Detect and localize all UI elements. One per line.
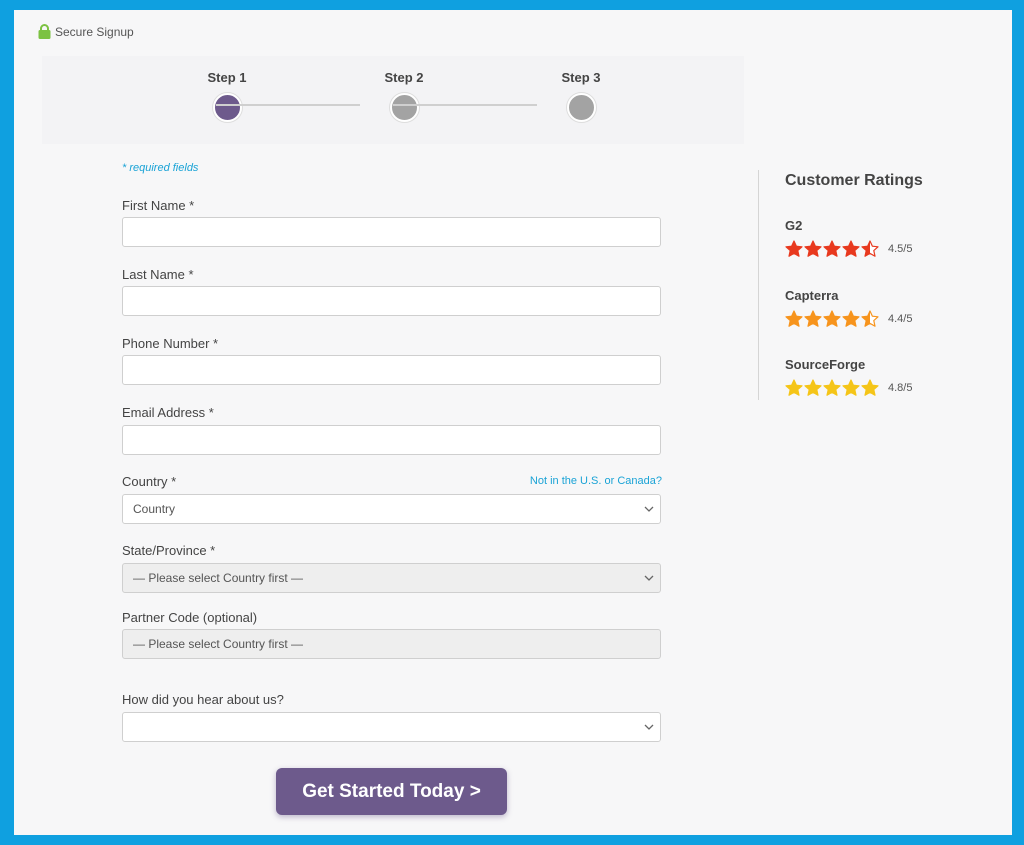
chevron-down-icon <box>644 506 654 512</box>
state-select[interactable]: — Please select Country first — <box>122 563 661 593</box>
get-started-button[interactable]: Get Started Today > <box>276 768 507 815</box>
rating-capterra-score: 4.4/5 <box>888 313 913 325</box>
rating-sourceforge-name: SourceForge <box>785 357 866 372</box>
step-3: Step 3 <box>551 70 611 122</box>
step-1: Step 1 <box>197 70 257 122</box>
rating-g2: G2 4.5/5 <box>785 218 912 258</box>
ratings-title: Customer Ratings <box>785 172 923 189</box>
star-full-icon <box>804 379 822 396</box>
star-full-icon <box>842 310 860 327</box>
partner-code-input[interactable]: — Please select Country first — <box>122 629 661 659</box>
country-select[interactable]: Country <box>122 494 661 524</box>
state-label: State/Province * <box>122 543 216 558</box>
ratings-divider <box>758 170 759 400</box>
rating-sourceforge-score: 4.8/5 <box>888 382 913 394</box>
referral-source-label: How did you hear about us? <box>122 692 284 707</box>
rating-g2-name: G2 <box>785 218 803 233</box>
referral-source-select[interactable] <box>122 712 661 742</box>
email-input[interactable] <box>122 425 661 455</box>
step-2-indicator <box>389 93 419 122</box>
star-full-icon <box>785 310 803 327</box>
rating-g2-score: 4.5/5 <box>888 243 913 255</box>
country-select-value: Country <box>133 502 176 516</box>
star-full-icon <box>861 379 879 396</box>
required-fields-note: * required fields <box>122 162 199 174</box>
star-half-icon <box>861 310 879 327</box>
chevron-down-icon <box>644 724 654 730</box>
star-full-icon <box>804 310 822 327</box>
last-name-input[interactable] <box>122 286 661 316</box>
signup-frame: Secure Signup Step 1 Step 2 Step 3 * req… <box>14 10 1012 835</box>
star-full-icon <box>785 379 803 396</box>
star-full-icon <box>842 240 860 257</box>
rating-sourceforge: SourceForge 4.8/5 <box>785 357 912 397</box>
state-select-value: — Please select Country first — <box>133 571 304 585</box>
step-1-indicator <box>212 93 242 122</box>
country-label: Country * <box>122 474 177 489</box>
step-connector <box>393 104 537 106</box>
rating-capterra-stars: 4.4/5 <box>785 310 912 328</box>
customer-ratings: Customer Ratings G2 4.5/5 Capterra 4.4/5… <box>785 172 985 396</box>
partner-code-value: — Please select Country first — <box>133 637 304 651</box>
step-2-label: Step 2 <box>384 70 424 85</box>
first-name-label: First Name * <box>122 198 195 213</box>
rating-capterra: Capterra 4.4/5 <box>785 288 912 328</box>
star-full-icon <box>823 379 841 396</box>
step-3-indicator <box>566 93 596 122</box>
partner-code-label: Partner Code (optional) <box>122 610 258 625</box>
non-us-canada-link[interactable]: Not in the U.S. or Canada? <box>530 475 662 487</box>
rating-sourceforge-stars: 4.8/5 <box>785 379 912 397</box>
phone-label: Phone Number * <box>122 336 219 351</box>
step-connector <box>216 104 360 106</box>
phone-input[interactable] <box>122 355 661 385</box>
last-name-label: Last Name * <box>122 267 194 282</box>
star-full-icon <box>785 240 803 257</box>
rating-g2-stars: 4.5/5 <box>785 240 912 258</box>
secure-signup-label: Secure Signup <box>55 24 134 39</box>
lock-icon <box>38 24 51 39</box>
star-full-icon <box>823 310 841 327</box>
progress-stepper: Step 1 Step 2 Step 3 <box>42 56 744 144</box>
star-full-icon <box>804 240 822 257</box>
chevron-down-icon <box>644 575 654 581</box>
step-2: Step 2 <box>374 70 434 122</box>
secure-signup-badge: Secure Signup <box>38 24 134 39</box>
step-1-label: Step 1 <box>207 70 247 85</box>
star-full-icon <box>823 240 841 257</box>
rating-capterra-name: Capterra <box>785 288 839 303</box>
email-label: Email Address * <box>122 405 214 420</box>
first-name-input[interactable] <box>122 217 661 247</box>
star-full-icon <box>842 379 860 396</box>
star-half-icon <box>861 240 879 257</box>
step-3-label: Step 3 <box>561 70 601 85</box>
